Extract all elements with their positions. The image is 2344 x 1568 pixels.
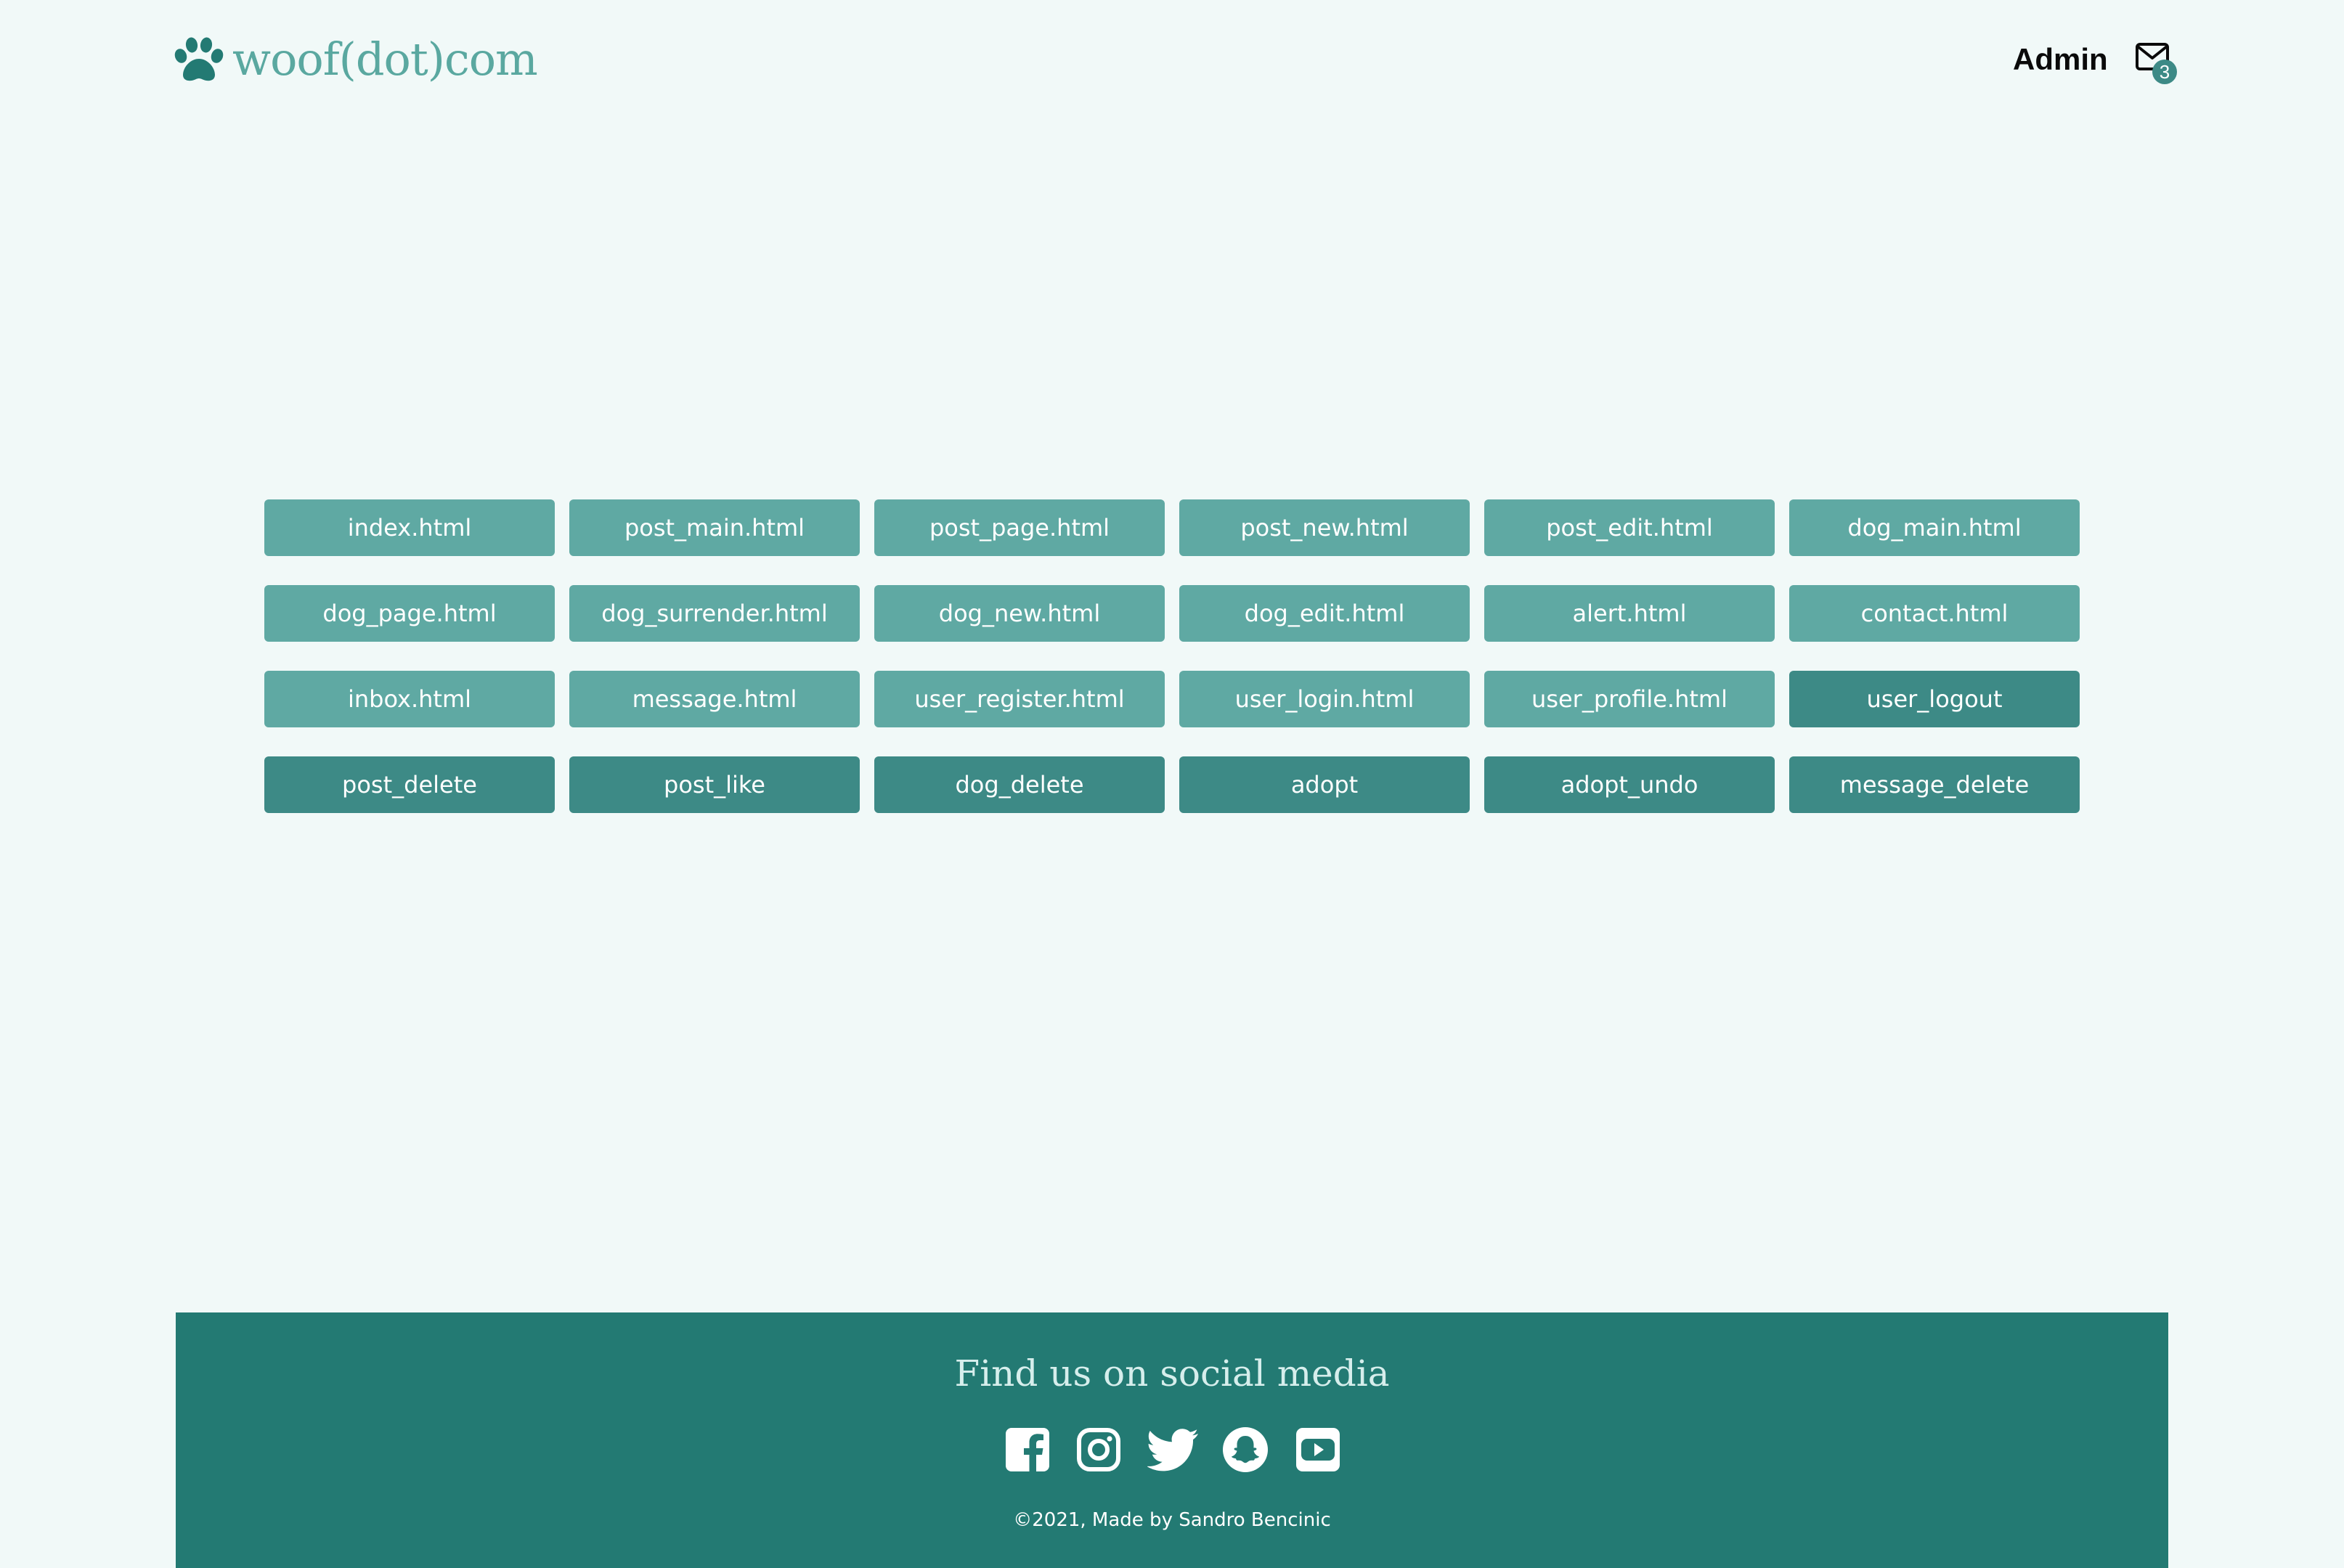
nav-button-message-html[interactable]: message.html xyxy=(569,671,860,727)
nav-button-user-logout[interactable]: user_logout xyxy=(1789,671,2080,727)
nav-button-post-page-html[interactable]: post_page.html xyxy=(874,499,1165,556)
nav-button-user-login-html[interactable]: user_login.html xyxy=(1179,671,1470,727)
nav-button-post-main-html[interactable]: post_main.html xyxy=(569,499,860,556)
nav-button-post-delete[interactable]: post_delete xyxy=(264,756,555,813)
nav-button-adopt[interactable]: adopt xyxy=(1179,756,1470,813)
site-logo[interactable]: woof(dot)com xyxy=(174,32,538,87)
logo-text: woof(dot)com xyxy=(232,33,538,86)
inbox-badge: 3 xyxy=(2152,60,2177,84)
nav-button-user-register-html[interactable]: user_register.html xyxy=(874,671,1165,727)
footer-heading: Find us on social media xyxy=(954,1352,1390,1395)
footer-copyright: ©2021, Made by Sandro Bencinic xyxy=(1013,1509,1331,1531)
nav-button-dog-delete[interactable]: dog_delete xyxy=(874,756,1165,813)
nav-button-dog-surrender-html[interactable]: dog_surrender.html xyxy=(569,585,860,642)
nav-button-alert-html[interactable]: alert.html xyxy=(1484,585,1775,642)
nav-button-dog-page-html[interactable]: dog_page.html xyxy=(264,585,555,642)
nav-button-dog-main-html[interactable]: dog_main.html xyxy=(1789,499,2080,556)
instagram-icon[interactable] xyxy=(1076,1427,1121,1472)
nav-button-post-edit-html[interactable]: post_edit.html xyxy=(1484,499,1775,556)
nav-button-dog-new-html[interactable]: dog_new.html xyxy=(874,585,1165,642)
nav-button-dog-edit-html[interactable]: dog_edit.html xyxy=(1179,585,1470,642)
nav-button-post-like[interactable]: post_like xyxy=(569,756,860,813)
nav-button-contact-html[interactable]: contact.html xyxy=(1789,585,2080,642)
nav-button-post-new-html[interactable]: post_new.html xyxy=(1179,499,1470,556)
nav-button-inbox-html[interactable]: inbox.html xyxy=(264,671,555,727)
nav-button-adopt-undo[interactable]: adopt_undo xyxy=(1484,756,1775,813)
page-button-grid: index.html post_main.html post_page.html po… xyxy=(264,499,2080,813)
facebook-icon[interactable] xyxy=(1005,1427,1050,1472)
site-header: woof(dot)com Admin 3 xyxy=(0,0,2344,119)
nav-button-message-delete[interactable]: message_delete xyxy=(1789,756,2080,813)
inbox-button[interactable]: 3 xyxy=(2135,42,2181,89)
nav-button-index-html[interactable]: index.html xyxy=(264,499,555,556)
paw-icon xyxy=(174,37,224,81)
nav-button-user-profile-html[interactable]: user_profile.html xyxy=(1484,671,1775,727)
twitter-icon[interactable] xyxy=(1147,1427,1198,1472)
youtube-icon[interactable] xyxy=(1295,1427,1340,1472)
admin-link[interactable]: Admin xyxy=(2013,38,2108,81)
snapchat-icon[interactable] xyxy=(1223,1427,1268,1472)
